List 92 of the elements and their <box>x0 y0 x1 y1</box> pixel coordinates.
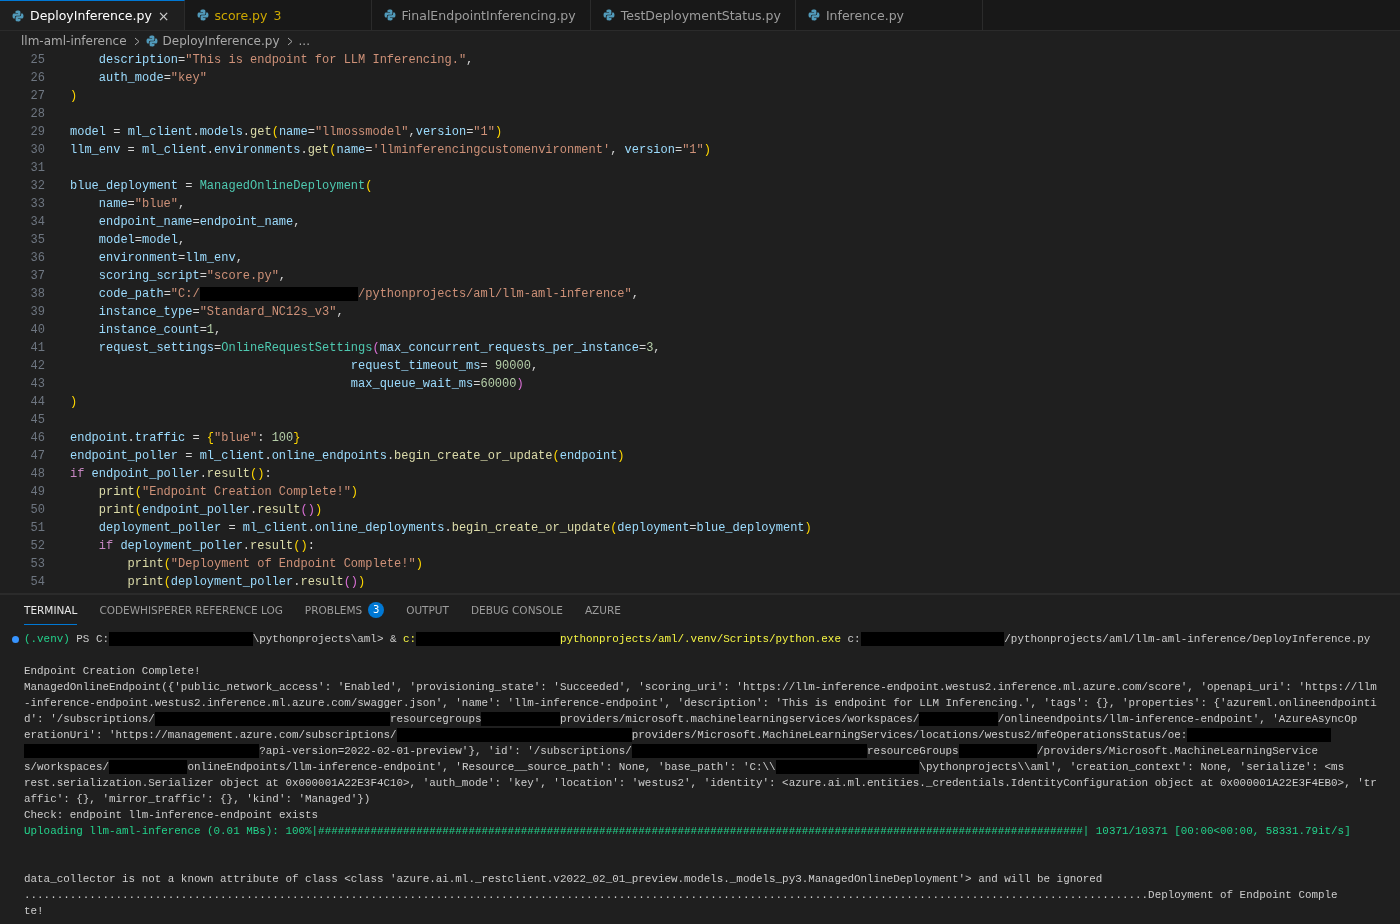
line-number: 49 <box>29 485 45 499</box>
line-number: 45 <box>29 413 45 427</box>
panel-tab[interactable]: PROBLEMS 3 <box>304 595 385 625</box>
code-line: instance_count=1, <box>97 323 222 337</box>
code-line: llm_env = ml_client.environments.get(name='llminferencingcustomenvironment', version="1") <box>70 143 711 157</box>
terminal-line: Endpoint Creation Complete! <box>24 665 201 677</box>
line-number: 48 <box>29 467 45 481</box>
problem-count: 3 <box>273 7 282 23</box>
line-number: 47 <box>29 449 45 463</box>
line-number: 26 <box>29 71 45 85</box>
code-line: endpoint_poller = ml_client.online_endpoints.begin_create_or_update(endpoint) <box>70 449 625 463</box>
terminal-line: rest.serialization.Serializer object at 0x000001A22E3F4C10>, 'auth_mode': 'key', 'location': 'westus2', 'identity': <azure.ai.ml.entities._credentials.IdentityConfiguration object at 0x000001A22E3F4EB0>, 'tr <box>24 777 1377 789</box>
terminal-line: te! <box>24 905 44 917</box>
line-number: 52 <box>29 539 45 553</box>
python-file-icon <box>145 35 158 47</box>
code-line: environment=llm_env, <box>97 251 243 265</box>
line-number: 29 <box>29 125 45 139</box>
line-number: 30 <box>29 143 45 157</box>
panel-tab[interactable]: CODEWHISPERER REFERENCE LOG <box>99 595 283 625</box>
code-line: deployment_poller = ml_client.online_deployments.begin_create_or_update(deployment=blue_deployment) <box>97 521 812 535</box>
code-line: request_timeout_ms= 90000, <box>349 359 539 373</box>
python-file-icon <box>196 9 209 21</box>
terminal-line: d': '/subscriptions/ resourcegroups providers/microsoft.machinelearningservices/workspaces/ /onlineendpoints/llm-inference-endpoint', 'AzureAsyncOp <box>24 712 1358 726</box>
breadcrumb-item[interactable]: DeployInference.py <box>162 34 280 48</box>
terminal-line: erationUri': 'https://management.azure.com/subscriptions/ providers/Microsoft.MachineLearningServices/locations/westus2/mfeOperationsStatus/oe: <box>24 728 1332 742</box>
line-number: 53 <box>29 557 45 571</box>
line-number: 54 <box>29 575 45 589</box>
code-line: endpoint.traffic = {"blue": 100} <box>70 431 301 445</box>
problem-count: 3 <box>368 601 385 618</box>
code-line: blue_deployment = ManagedOnlineDeployment( <box>70 179 373 193</box>
breadcrumb-item[interactable]: ... <box>298 34 310 48</box>
terminal-line: Uploading llm-aml-inference (0.01 MBs): 100%|#####################################################################################################################| 10371/10371 [00:00<00:00, 58331.79it/s] <box>24 825 1351 837</box>
code-line: instance_type="Standard_NC12s_v3", <box>97 305 344 319</box>
line-number: 34 <box>29 215 45 229</box>
code-line: description="This is endpoint for LLM Inferencing.", <box>97 53 474 67</box>
breadcrumb-item[interactable]: llm-aml-inference <box>21 34 127 48</box>
line-number: 42 <box>29 359 45 373</box>
terminal-line: affic': {}, 'mirror_traffic': {}, 'kind': 'Managed'}) <box>24 793 371 805</box>
panel-tab[interactable]: DEBUG CONSOLE <box>470 595 563 625</box>
terminal-line: ............................................................................................................................................................................Deployment of Endpoint Comple <box>24 889 1338 901</box>
line-number: 38 <box>29 287 45 301</box>
code-line: model=model, <box>97 233 186 247</box>
code-line: ) <box>70 395 78 409</box>
code-line: name="blue", <box>97 197 186 211</box>
line-number: 33 <box>29 197 45 211</box>
close-icon[interactable]: × <box>157 7 170 24</box>
panel-tab[interactable]: AZURE <box>584 595 621 625</box>
code-line: print("Endpoint Creation Complete!") <box>97 485 359 499</box>
line-number: 31 <box>29 161 45 175</box>
python-file-icon <box>12 9 24 22</box>
code-line: scoring_script="score.py", <box>97 269 287 283</box>
line-number: 46 <box>29 431 45 445</box>
code-line: request_settings=OnlineRequestSettings(max_concurrent_requests_per_instance=3, <box>97 341 661 355</box>
line-number: 25 <box>29 53 45 67</box>
code-line: print("Deployment of Endpoint Complete!") <box>126 557 423 571</box>
line-number: 39 <box>29 305 45 319</box>
code-line: auth_mode="key" <box>97 71 207 85</box>
code-line: print(deployment_poller.result()) <box>126 575 366 589</box>
line-number: 51 <box>29 521 45 535</box>
terminal-line: -inference-endpoint.westus2.inference.ml.azure.com/swagger.json', 'name': 'llm-inference-endpoint', 'description': 'This is endpoint for LLM Inferencing.', 'tags': {}, 'properties': {'azureml.onlineendpointi <box>24 697 1377 709</box>
line-number: 28 <box>29 107 45 121</box>
code-line: if deployment_poller.result(): <box>97 539 315 553</box>
code-line: code_path="C:/ /pythonprojects/aml/llm-aml-inference", <box>97 287 639 301</box>
line-number: 35 <box>29 233 45 247</box>
code-line: endpoint_name=endpoint_name, <box>97 215 301 229</box>
terminal-line: s/workspaces/ onlineEndpoints/llm-inference-endpoint', 'Resource__source_path': None, 'base_path': 'C:\\ \pythonprojects\\aml', 'creation_context': None, 'serialize': <ms <box>24 760 1345 774</box>
line-number: 43 <box>29 377 45 391</box>
editor-tab[interactable]: DeployInference.py × <box>0 0 185 30</box>
python-file-icon <box>602 9 615 21</box>
line-number: 27 <box>29 89 45 103</box>
line-number: 37 <box>29 269 45 283</box>
panel-tab[interactable]: TERMINAL <box>24 595 78 625</box>
terminal-line: data_collector is not a known attribute of class <class 'azure.ai.ml._restclient.v2022_02_01_preview.models._models_py3.ManagedOnlineDeployment'> and will be ignored <box>24 873 1103 885</box>
code-line: ) <box>70 89 78 103</box>
code-line: model = ml_client.models.get(name="llmossmodel",version="1") <box>70 125 503 139</box>
python-file-icon <box>807 9 820 21</box>
terminal-line: Check: endpoint llm-inference-endpoint exists <box>24 809 319 821</box>
command-status-icon <box>12 635 19 643</box>
line-number: 50 <box>29 503 45 517</box>
code-line: if endpoint_poller.result(): <box>70 467 272 481</box>
line-number: 44 <box>29 395 45 409</box>
code-line: print(endpoint_poller.result()) <box>97 503 323 517</box>
terminal-line: ManagedOnlineEndpoint({'public_network_access': 'Enabled', 'provisioning_state': 'Succeeded', 'scoring_uri': 'https://llm-inference-endpoint.westus2.inference.ml.azure.com/score', 'openapi_uri': 'https://llm <box>24 681 1377 693</box>
code-line: max_queue_wait_ms=60000) <box>349 377 524 391</box>
line-number: 36 <box>29 251 45 265</box>
line-number: 40 <box>29 323 45 337</box>
panel-tab[interactable]: OUTPUT <box>406 595 449 625</box>
terminal-line: ?api-version=2022-02-01-preview'}, 'id': '/subscriptions/ resourceGroups /providers/Microsoft.MachineLearningService <box>24 744 1318 758</box>
python-file-icon <box>383 9 396 21</box>
terminal-line: (.venv) PS C: \pythonprojects\aml> & c: pythonprojects/aml/.venv/Scripts/python.exe c: /pythonprojects/aml/llm-aml-inference/DeployInference.py <box>24 632 1371 646</box>
line-number: 41 <box>29 341 45 355</box>
line-number: 32 <box>29 179 45 193</box>
